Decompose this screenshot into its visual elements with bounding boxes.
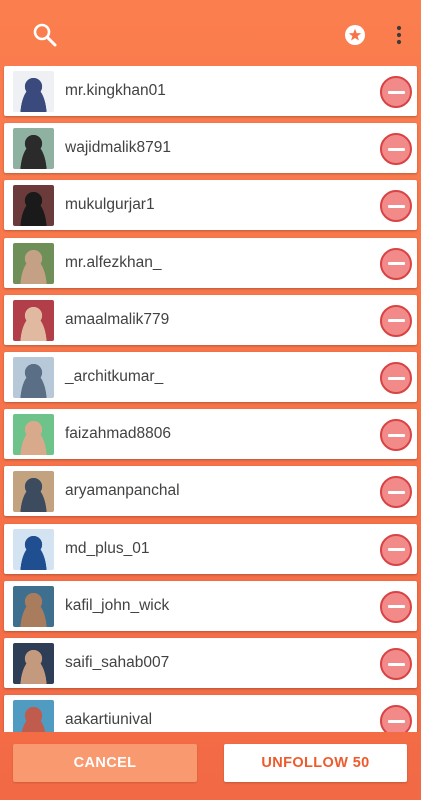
- minus-icon: [387, 376, 405, 380]
- unfollow-minus-button[interactable]: [380, 476, 412, 509]
- top-toolbar: [0, 0, 421, 66]
- minus-icon: [387, 319, 405, 323]
- user-row[interactable]: aakartiunival: [4, 695, 417, 732]
- username-label: mukulgurjar1: [65, 196, 155, 214]
- user-row[interactable]: _architkumar_: [4, 352, 417, 402]
- unfollow-minus-button[interactable]: [380, 362, 412, 394]
- avatar: [13, 71, 54, 112]
- minus-icon: [387, 662, 405, 666]
- username-label: faizahmad8806: [65, 425, 171, 443]
- unfollow-minus-button[interactable]: [380, 648, 412, 680]
- avatar: [13, 299, 54, 341]
- username-label: aakartiunival: [65, 711, 153, 729]
- unfollow-minus-button[interactable]: [380, 247, 412, 280]
- username-label: amaalmalik779: [65, 310, 170, 328]
- user-row[interactable]: mr.alfezkhan_: [4, 237, 417, 288]
- username-label: _architkumar_: [65, 368, 164, 385]
- user-row[interactable]: mr.kingkhan01: [4, 66, 417, 116]
- username-label: kafil_john_wick: [65, 596, 170, 614]
- unfollow-minus-button[interactable]: [380, 419, 412, 452]
- cancel-button[interactable]: CANCEL: [13, 744, 197, 782]
- avatar: [13, 471, 54, 513]
- search-icon[interactable]: [28, 18, 62, 52]
- minus-icon: [387, 262, 405, 266]
- minus-icon: [387, 719, 405, 723]
- username-label: md_plus_01: [65, 539, 150, 557]
- user-row[interactable]: faizahmad8806: [4, 409, 417, 460]
- user-row[interactable]: aryamanpanchal: [4, 466, 417, 517]
- user-row[interactable]: mukulgurjar1: [4, 180, 417, 231]
- unfollow-minus-button[interactable]: [380, 190, 412, 223]
- unfollow-minus-button[interactable]: [380, 76, 412, 108]
- user-row[interactable]: saifi_sahab007: [4, 638, 417, 688]
- more-vertical-icon[interactable]: [388, 20, 410, 50]
- following-list[interactable]: mr.kingkhan01 wajidmalik8791 mukulgurjar1 m…: [0, 66, 421, 732]
- user-row[interactable]: md_plus_01: [4, 523, 417, 574]
- username-label: aryamanpanchal: [65, 482, 180, 500]
- star-circle-icon[interactable]: [340, 20, 370, 50]
- unfollow-minus-button[interactable]: [380, 304, 412, 337]
- avatar: [13, 357, 54, 398]
- unfollow-minus-button[interactable]: [380, 590, 412, 623]
- minus-icon: [387, 433, 405, 437]
- username-label: saifi_sahab007: [65, 654, 170, 671]
- username-label: mr.kingkhan01: [65, 82, 166, 99]
- username-label: wajidmalik8791: [65, 139, 171, 157]
- minus-icon: [387, 490, 405, 494]
- minus-icon: [387, 147, 405, 151]
- user-row[interactable]: amaalmalik779: [4, 294, 417, 345]
- username-label: mr.alfezkhan_: [65, 253, 162, 271]
- unfollow-button[interactable]: UNFOLLOW 50: [224, 744, 407, 782]
- bottom-action-bar: CANCEL UNFOLLOW 50: [0, 732, 421, 800]
- avatar: [13, 242, 54, 284]
- avatar: [13, 528, 54, 570]
- user-row[interactable]: kafil_john_wick: [4, 580, 417, 631]
- avatar: [13, 700, 54, 732]
- minus-icon: [387, 204, 405, 208]
- unfollow-minus-button[interactable]: [380, 533, 412, 566]
- unfollow-minus-button[interactable]: [380, 133, 412, 166]
- avatar: [13, 185, 54, 227]
- avatar: [13, 128, 54, 170]
- avatar: [13, 414, 54, 456]
- minus-icon: [387, 548, 405, 552]
- user-row[interactable]: wajidmalik8791: [4, 123, 417, 174]
- minus-icon: [387, 605, 405, 609]
- avatar: [13, 643, 54, 684]
- minus-icon: [387, 90, 405, 94]
- unfollow-minus-button[interactable]: [380, 705, 412, 732]
- avatar: [13, 585, 54, 627]
